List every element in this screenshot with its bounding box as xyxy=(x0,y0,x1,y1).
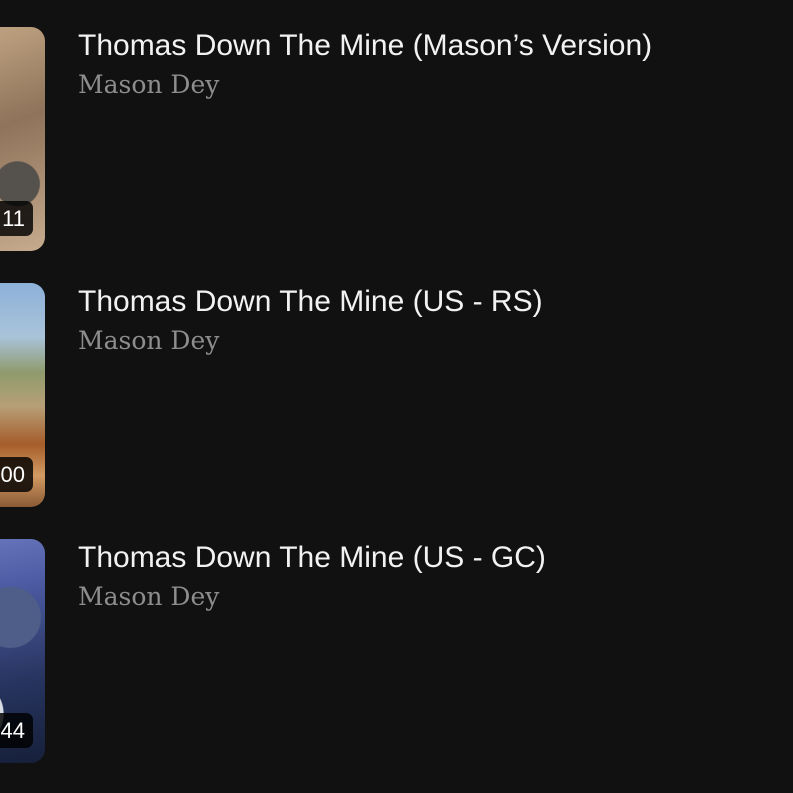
artist-name[interactable]: Mason Dey xyxy=(78,582,778,612)
video-list-screen: 11 Thomas Down The Mine (Mason’s Version… xyxy=(0,0,793,793)
duration-badge: 44 xyxy=(0,713,33,748)
artist-name[interactable]: Mason Dey xyxy=(78,326,778,356)
duration-badge: 00 xyxy=(0,457,33,492)
video-thumbnail[interactable]: 00 xyxy=(0,283,45,507)
video-info: Thomas Down The Mine (US - RS) Mason Dey xyxy=(78,283,778,356)
video-list-item[interactable]: 11 Thomas Down The Mine (Mason’s Version… xyxy=(0,27,793,251)
artist-name[interactable]: Mason Dey xyxy=(78,70,778,100)
video-info: Thomas Down The Mine (US - GC) Mason Dey xyxy=(78,539,778,612)
video-thumbnail[interactable]: 11 xyxy=(0,27,45,251)
video-title[interactable]: Thomas Down The Mine (Mason’s Version) xyxy=(78,27,778,65)
video-info: Thomas Down The Mine (Mason’s Version) M… xyxy=(78,27,778,100)
video-list-item[interactable]: 44 Thomas Down The Mine (US - GC) Mason … xyxy=(0,539,793,763)
video-title[interactable]: Thomas Down The Mine (US - RS) xyxy=(78,283,778,321)
video-thumbnail[interactable]: 44 xyxy=(0,539,45,763)
video-title[interactable]: Thomas Down The Mine (US - GC) xyxy=(78,539,778,577)
duration-badge: 11 xyxy=(0,201,33,236)
video-list-item[interactable]: 00 Thomas Down The Mine (US - RS) Mason … xyxy=(0,283,793,507)
